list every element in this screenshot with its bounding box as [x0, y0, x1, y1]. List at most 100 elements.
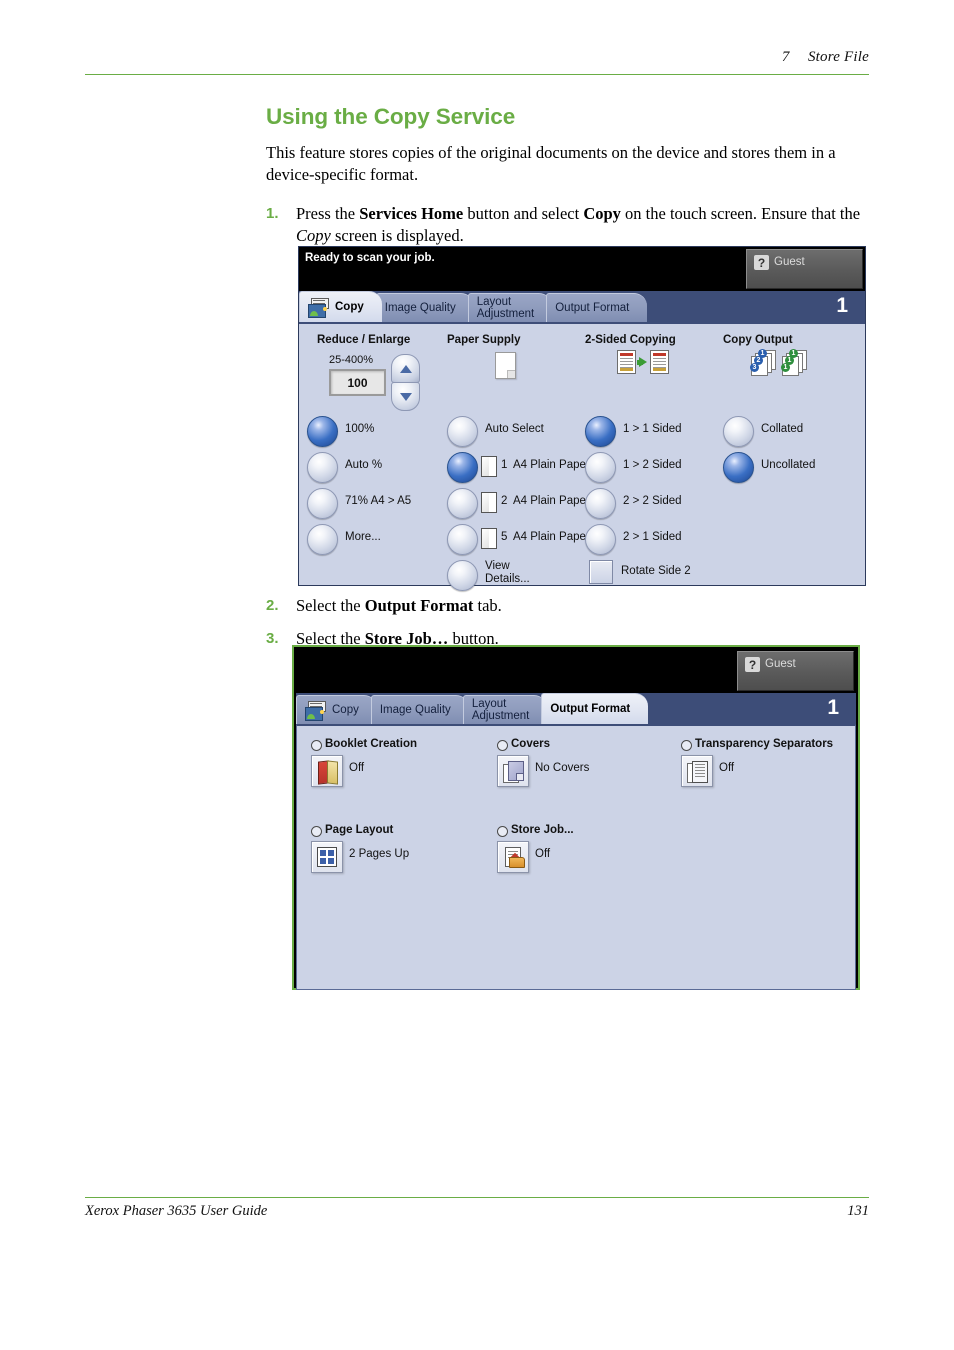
paper-sheet-icon: [495, 352, 516, 379]
covers-title: Covers: [511, 738, 550, 750]
booklet-creation-radio[interactable]: [311, 740, 322, 751]
two-sided-option-2-radio[interactable]: [585, 488, 616, 519]
page-title: Using the Copy Service: [266, 104, 516, 129]
tab-output-format-2-label: Output Format: [550, 702, 631, 715]
tab-layout-adjustment[interactable]: Layout Adjustment: [467, 293, 553, 322]
tab-image-quality-2[interactable]: Image Quality: [370, 695, 469, 724]
paper-option-3-label: A4 Plain Paper: [513, 531, 590, 543]
reduce-option-1-radio[interactable]: [307, 452, 338, 483]
booklet-creation-value: Off: [349, 762, 365, 774]
paper-option-1-tray: 1: [501, 459, 508, 471]
paper-option-2-label: A4 Plain Paper: [513, 495, 590, 507]
paper-option-1-label: A4 Plain Paper: [513, 459, 590, 471]
two-sided-option-3-label: 2 > 1 Sided: [623, 531, 682, 543]
store-job-icon: [503, 846, 525, 868]
tab-copy[interactable]: Copy: [299, 291, 382, 322]
store-job-button[interactable]: [497, 841, 529, 873]
paper-option-0-radio[interactable]: [447, 416, 478, 447]
two-sided-option-0-label: 1 > 1 Sided: [623, 423, 682, 435]
step-2: 2. Select the Output Format tab.: [266, 595, 866, 617]
paper-option-2-tray: 2: [501, 495, 508, 507]
two-sided-option-1-label: 1 > 2 Sided: [623, 459, 682, 471]
guest-button[interactable]: ? Guest: [746, 249, 863, 289]
status-bar-2: ? Guest: [296, 649, 856, 693]
tab-bar: Copy Image Quality Layout Adjustment Out…: [299, 291, 865, 322]
page-header: 7 Store File: [85, 48, 869, 66]
two-sided-option-0-radio[interactable]: [585, 416, 616, 447]
zoom-decrease-button[interactable]: [391, 382, 420, 411]
copy-output-option-0-radio[interactable]: [723, 416, 754, 447]
copy-output-option-1-radio[interactable]: [723, 452, 754, 483]
status-message: Ready to scan your job.: [305, 252, 435, 264]
reduce-option-2-label: 71% A4 > A5: [345, 495, 412, 507]
rotate-side-2-checkbox[interactable]: [589, 560, 613, 584]
paper-option-3-tray: 5: [501, 531, 508, 543]
zoom-increase-button[interactable]: [391, 354, 420, 383]
booklet-icon: [317, 759, 338, 785]
guide-title: Xerox Phaser 3635 User Guide: [85, 1203, 268, 1219]
paper-option-3-radio[interactable]: [447, 524, 478, 555]
job-count: 1: [836, 294, 848, 317]
tab-image-quality-2-label: Image Quality: [379, 703, 451, 716]
paper-option-2-radio[interactable]: [447, 488, 478, 519]
page-layout-button[interactable]: [311, 841, 343, 873]
tab-copy-label: Copy: [335, 300, 364, 313]
paper-option-1-radio[interactable]: [447, 452, 478, 483]
page-layout-title: Page Layout: [325, 824, 394, 836]
two-sided-option-2-label: 2 > 2 Sided: [623, 495, 682, 507]
header-rule: [85, 74, 869, 75]
tab-output-format-2[interactable]: Output Format: [541, 693, 649, 724]
transparency-separators-title: Transparency Separators: [695, 738, 834, 750]
page-content: Using the Copy Service This feature stor…: [266, 104, 866, 252]
page-layout-value: 2 Pages Up: [349, 848, 410, 860]
zoom-range-label: 25-400%: [329, 354, 374, 366]
tab-output-format-label: Output Format: [555, 301, 630, 314]
reduce-option-3-radio[interactable]: [307, 524, 338, 555]
tab-image-quality[interactable]: Image Quality: [375, 293, 474, 322]
page-number: 131: [847, 1203, 869, 1219]
copy-options-panel: Reduce / Enlarge 25-400% 100 100% Auto %…: [299, 322, 865, 591]
chapter-number: 7: [781, 49, 790, 65]
guest-label-2: Guest: [765, 658, 796, 670]
tab-bar-2: Copy Image Quality Layout Adjustment Out…: [296, 693, 856, 724]
covers-radio[interactable]: [497, 740, 508, 751]
copy-output-option-1-label: Uncollated: [761, 459, 816, 471]
two-sided-option-1-radio[interactable]: [585, 452, 616, 483]
store-job-radio[interactable]: [497, 826, 508, 837]
copy-output-icons: 123 111: [750, 349, 807, 376]
step-1-number: 1.: [266, 204, 279, 222]
covers-icon: [502, 760, 524, 783]
covers-button[interactable]: [497, 755, 529, 787]
page-footer: Xerox Phaser 3635 User Guide 131: [85, 1203, 869, 1220]
reduce-option-0-radio[interactable]: [307, 416, 338, 447]
page-layout-icon: [317, 847, 337, 867]
tray-1-icon: [481, 456, 497, 477]
covers-value: No Covers: [535, 762, 590, 774]
guest-label: Guest: [774, 256, 805, 268]
chapter-title: Store File: [807, 49, 869, 65]
store-job-title: Store Job...: [511, 824, 574, 836]
paper-option-0-label: Auto Select: [485, 423, 544, 435]
zoom-value-field[interactable]: 100: [329, 369, 386, 396]
guest-button-2[interactable]: ? Guest: [737, 651, 854, 691]
uncollated-icon: 111: [781, 349, 807, 376]
two-sided-title: 2-Sided Copying: [585, 334, 676, 346]
tab-copy-2[interactable]: Copy: [296, 695, 377, 724]
transparency-separators-button[interactable]: [681, 755, 713, 787]
copy-output-option-0-label: Collated: [761, 423, 804, 435]
tab-layout-adjustment-2-label: Layout Adjustment: [471, 697, 530, 722]
two-sided-option-3-radio[interactable]: [585, 524, 616, 555]
page-layout-radio[interactable]: [311, 826, 322, 837]
collated-icon: 123: [750, 349, 776, 376]
copy-icon: [308, 297, 330, 318]
key-icon-2: ?: [745, 657, 760, 672]
tab-output-format[interactable]: Output Format: [546, 293, 648, 322]
booklet-creation-button[interactable]: [311, 755, 343, 787]
reduce-option-2-radio[interactable]: [307, 488, 338, 519]
paper-option-4-radio[interactable]: [447, 560, 478, 591]
transparency-separators-radio[interactable]: [681, 740, 692, 751]
paper-supply-title: Paper Supply: [447, 334, 521, 346]
output-format-panel: Booklet Creation Off Covers No Covers Tr…: [296, 724, 856, 990]
tab-layout-adjustment-2[interactable]: Layout Adjustment: [462, 695, 548, 724]
reduce-enlarge-title: Reduce / Enlarge: [317, 334, 411, 346]
